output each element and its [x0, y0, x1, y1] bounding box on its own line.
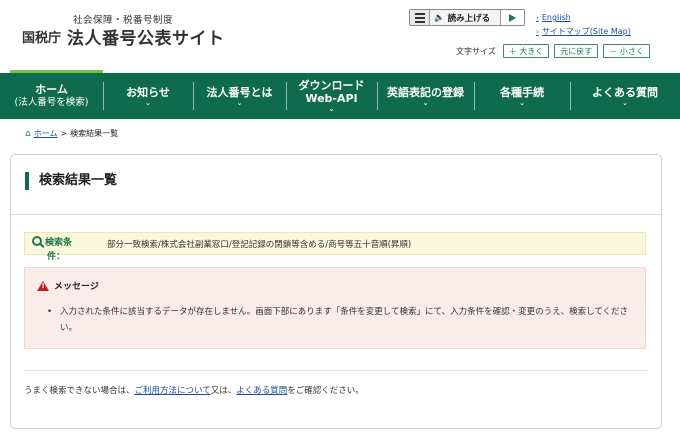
- breadcrumb-separator: >: [60, 129, 68, 138]
- header-links: › English › サイトマップ(Site Map): [536, 11, 631, 39]
- global-nav: ホーム (法人番号を検索) お知らせ ⌄ 法人番号とは ⌄ ダウンロード Web…: [0, 70, 680, 119]
- arrow-right-icon: ›: [536, 14, 539, 22]
- warning-icon: [37, 280, 49, 291]
- message-title: メッセージ: [37, 279, 99, 292]
- speaker-icon: 🔈: [434, 12, 445, 23]
- divider: [24, 370, 648, 371]
- chevron-down-icon: ⌄: [622, 98, 628, 107]
- search-icon: [32, 236, 42, 246]
- message-text: 入力された条件に該当するデータが存在しません。画面下部にあります「条件を変更して…: [60, 307, 629, 333]
- usage-guide-link[interactable]: ご利用方法について: [135, 386, 211, 396]
- font-size-controls: 文字サイズ ＋ 大きく 元に戻す － 小さく: [456, 44, 650, 58]
- help-text: うまく検索できない場合は、ご利用方法について又は、よくある質問をご確認ください。: [24, 386, 364, 396]
- page-title: 検索結果一覧: [25, 172, 117, 190]
- read-aloud-widget: 🔈 読み上げる: [409, 9, 525, 26]
- nav-home[interactable]: ホーム (法人番号を検索): [0, 70, 103, 119]
- chevron-down-icon: ⌄: [519, 98, 525, 107]
- play-button[interactable]: [500, 10, 524, 25]
- search-results-card: 検索結果一覧 検索条 件： 部分一致検索/株式会社副業窓口/登記記録の閉鎖等含め…: [10, 154, 662, 429]
- font-size-label: 文字サイズ: [456, 46, 496, 56]
- bullet-icon: •: [47, 307, 53, 317]
- read-aloud-menu-button[interactable]: [410, 10, 430, 25]
- hamburger-icon: [414, 12, 425, 15]
- sitemap-link[interactable]: › サイトマップ(Site Map): [536, 25, 631, 39]
- search-condition-value: 部分一致検索/株式会社副業窓口/登記記録の閉鎖等含める/商号等五十音順(昇順): [107, 240, 412, 250]
- nav-news[interactable]: お知らせ ⌄: [103, 73, 193, 119]
- agency-name: 国税庁: [22, 31, 62, 46]
- read-aloud-button[interactable]: 🔈 読み上げる: [430, 10, 500, 25]
- faq-link[interactable]: よくある質問: [236, 386, 287, 396]
- font-larger-button[interactable]: ＋ 大きく: [502, 44, 550, 58]
- breadcrumb-home-link[interactable]: ホーム: [34, 128, 58, 139]
- site-logo[interactable]: 国税庁 法人番号公表サイト: [22, 24, 225, 49]
- nav-faq[interactable]: よくある質問 ⌄: [570, 73, 680, 119]
- site-header: 社会保障・税番号制度 国税庁 法人番号公表サイト 🔈 読み上げる › English…: [0, 0, 680, 70]
- arrow-right-icon: ›: [536, 28, 539, 36]
- breadcrumb-current: 検索結果一覧: [70, 129, 119, 138]
- english-link[interactable]: › English: [536, 11, 631, 25]
- search-condition-label: 検索条 件：: [32, 236, 92, 264]
- nav-about-corporate-number[interactable]: 法人番号とは ⌄: [193, 73, 286, 119]
- chevron-down-icon: ⌄: [422, 98, 429, 107]
- search-condition-box: 検索条 件： 部分一致検索/株式会社副業窓口/登記記録の閉鎖等含める/商号等五十…: [24, 232, 646, 262]
- divider: [11, 214, 661, 215]
- nav-procedures[interactable]: 各種手続 ⌄: [474, 73, 570, 119]
- chevron-down-icon: ⌄: [328, 105, 335, 113]
- nav-english-registration[interactable]: 英語表記の登録 ⌄: [377, 73, 474, 119]
- nav-download-webapi[interactable]: ダウンロード Web-API ⌄: [286, 73, 377, 119]
- read-aloud-label: 読み上げる: [447, 13, 491, 24]
- site-name: 法人番号公表サイト: [67, 29, 225, 49]
- message-box: メッセージ • 入力された条件に該当するデータが存在しません。画面下部にあります…: [24, 267, 646, 349]
- breadcrumb: ⌂ ホーム > 検索結果一覧: [25, 128, 118, 139]
- chevron-down-icon: ⌄: [145, 98, 151, 107]
- chevron-down-icon: ⌄: [236, 98, 243, 107]
- home-icon: ⌂: [25, 128, 31, 139]
- font-smaller-button[interactable]: － 小さく: [603, 44, 650, 58]
- font-reset-button[interactable]: 元に戻す: [554, 44, 599, 58]
- play-icon: [509, 13, 516, 22]
- message-body: • 入力された条件に該当するデータが存在しません。画面下部にあります「条件を変更…: [47, 304, 637, 336]
